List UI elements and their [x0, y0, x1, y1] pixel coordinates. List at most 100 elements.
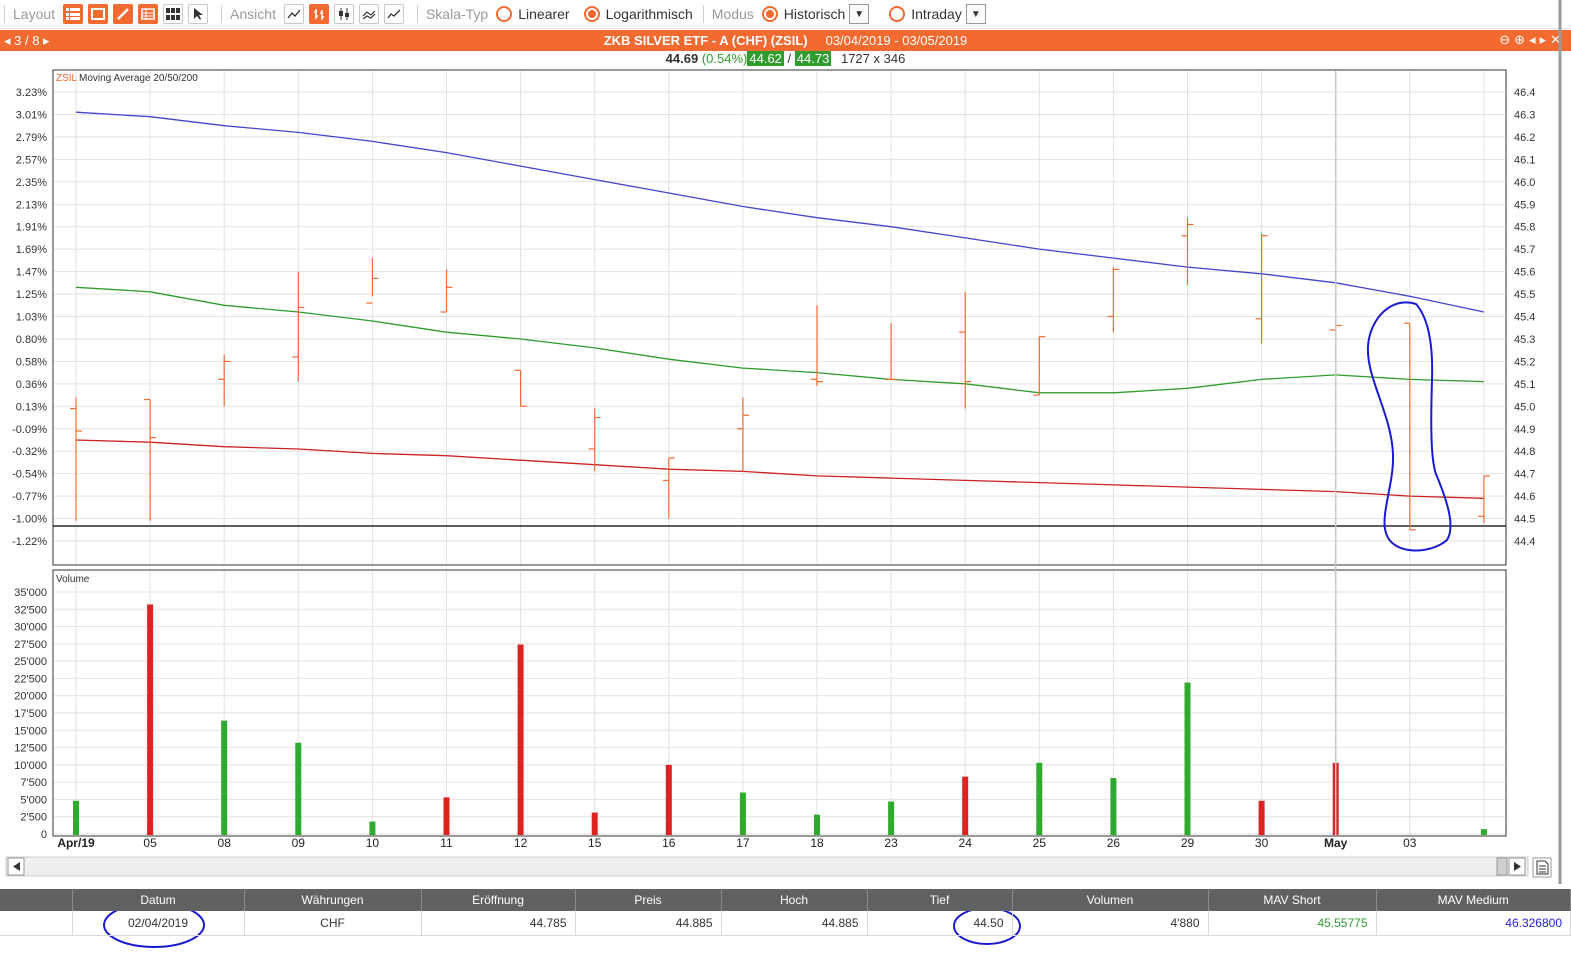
scroll-left-arrow-icon — [13, 862, 20, 871]
percent-tick-label: 1.69% — [16, 244, 47, 256]
date-tick-label: 29 — [1181, 836, 1195, 850]
ohlc-bar — [440, 269, 453, 313]
ohlc-bar — [959, 291, 972, 409]
quote-line: 44.69 (0.54%) 44.62 / 44.73 1727 x 346 — [0, 51, 1571, 69]
price-tick-label: 45.5 — [1514, 289, 1535, 301]
bid-ask-size: 1727 x 346 — [840, 51, 906, 66]
price-tick-label: 45.7 — [1514, 244, 1535, 256]
volume-bar — [147, 604, 154, 835]
grid-layout-icon[interactable] — [163, 4, 184, 24]
percent-tick-label: -1.22% — [12, 536, 47, 548]
ohlc-bar — [1181, 217, 1194, 286]
moving-average-lines — [75, 111, 1485, 499]
header-currency[interactable]: Währungen — [244, 889, 422, 911]
date-tick-label: 17 — [736, 836, 750, 850]
ohlc-bars-icon[interactable] — [308, 4, 329, 24]
close-icon[interactable]: ✕ — [1550, 32, 1565, 47]
multi-line-icon[interactable] — [358, 4, 379, 24]
mode-historical-option[interactable]: Historisch ▼ — [761, 4, 870, 24]
header-date[interactable]: Datum — [72, 889, 245, 911]
ma-20-line — [75, 439, 1484, 499]
mode-intraday-option[interactable]: Intraday ▼ — [889, 4, 986, 24]
single-panel-icon[interactable] — [88, 4, 109, 24]
header-open[interactable]: Eröffnung — [421, 889, 576, 911]
volume-bar — [1184, 682, 1191, 835]
toolbar: Layout Ansicht Skala-Typ Linearer Logari… — [0, 0, 1571, 29]
radio-historical[interactable] — [761, 6, 778, 22]
cell-currency: CHF — [244, 911, 422, 936]
header-high[interactable]: Hoch — [721, 889, 868, 911]
price-tick-label: 44.8 — [1514, 446, 1535, 458]
volume-bar — [888, 801, 895, 835]
date-tick-label: 15 — [588, 836, 602, 850]
date-tick-label: 10 — [366, 836, 380, 850]
zoom-out-icon[interactable]: ⊖ — [1499, 32, 1514, 47]
table-layout-icon[interactable] — [138, 4, 159, 24]
radio-log[interactable] — [583, 6, 600, 22]
scroll-left-icon[interactable]: ◂ — [1529, 32, 1540, 47]
price-tick-label: 45.9 — [1514, 199, 1535, 211]
date-tick-label: 16 — [662, 836, 676, 850]
zoom-in-icon[interactable]: ⊕ — [1514, 32, 1529, 47]
date-tick-label: 25 — [1033, 836, 1047, 850]
percent-tick-label: 0.80% — [16, 334, 47, 346]
volume-bar — [73, 800, 79, 835]
toolbar-divider — [416, 5, 418, 23]
cell-high: 44.885 — [721, 911, 868, 936]
header-mav-medium[interactable]: MAV Medium — [1376, 889, 1571, 911]
ohlc-bar — [292, 271, 305, 382]
scroll-right-icon[interactable]: ▸ — [1540, 32, 1551, 47]
date-tick-label: 30 — [1255, 836, 1269, 850]
header-volume[interactable]: Volumen — [1012, 889, 1209, 911]
list-layout-icon[interactable] — [63, 4, 84, 24]
percent-tick-label: 3.23% — [16, 87, 47, 99]
bid-price: 44.62 — [747, 51, 784, 66]
historical-dropdown[interactable]: ▼ — [849, 4, 870, 24]
volume-bar — [962, 776, 969, 835]
scale-linear-option[interactable]: Linearer — [496, 6, 570, 22]
cursor-icon[interactable] — [188, 4, 209, 24]
candlestick-icon[interactable] — [333, 4, 354, 24]
draw-pen-icon[interactable] — [113, 4, 134, 24]
volume-tick-label: 25'000 — [14, 656, 47, 668]
price-panel: ZSIL Moving Average 20/50/200 3.23% 3.01%… — [12, 69, 1535, 566]
volume-bar — [739, 792, 746, 835]
scroll-right-button — [1508, 857, 1526, 876]
header-price[interactable]: Preis — [575, 889, 722, 911]
ask-price: 44.73 — [794, 51, 832, 66]
date-tick-label: Apr/19 — [57, 836, 95, 850]
ohlc-bar — [662, 457, 675, 519]
volume-bar — [1480, 829, 1487, 835]
ohlc-bar — [366, 258, 379, 304]
percent-tick-label: 2.13% — [16, 199, 47, 211]
price-tick-label: 45.1 — [1514, 379, 1535, 391]
header-mav-short[interactable]: MAV Short — [1208, 889, 1377, 911]
volume-bar — [295, 742, 302, 835]
panel-symbol-label: ZSIL — [56, 73, 78, 84]
ohlc-bar — [514, 369, 527, 407]
ma-200-line — [75, 111, 1485, 313]
percent-tick-label: -1.00% — [12, 514, 47, 526]
table-header-row: Datum Währungen Eröffnung Preis Hoch Tie… — [0, 889, 1571, 911]
percent-tick-label: 1.91% — [16, 222, 47, 234]
header-spacer — [0, 889, 73, 911]
header-low[interactable]: Tief — [867, 889, 1013, 911]
percent-tick-label: 1.03% — [16, 312, 47, 324]
table-row[interactable]: 02/04/2019 CHF 44.785 44.885 44.885 44.5… — [0, 911, 1571, 936]
cell-open: 44.785 — [421, 911, 576, 936]
scale-log-option[interactable]: Logarithmisch — [583, 6, 693, 22]
date-tick-label: 08 — [218, 836, 232, 850]
radio-linear[interactable] — [496, 6, 513, 22]
ohlc-bar — [811, 305, 823, 387]
ohlc-bar — [885, 323, 898, 380]
price-tick-label: 46.1 — [1514, 154, 1535, 166]
ohlc-bar — [736, 397, 749, 472]
radio-intraday[interactable] — [889, 6, 906, 22]
volume-bar — [1036, 762, 1043, 835]
intraday-dropdown[interactable]: ▼ — [965, 4, 986, 24]
scroll-left-button — [7, 857, 25, 876]
volume-tick-label: 32'500 — [14, 604, 47, 616]
price-tick-label: 45.2 — [1514, 356, 1535, 368]
area-line-icon[interactable] — [383, 4, 404, 24]
line-chart-icon[interactable] — [283, 4, 304, 24]
